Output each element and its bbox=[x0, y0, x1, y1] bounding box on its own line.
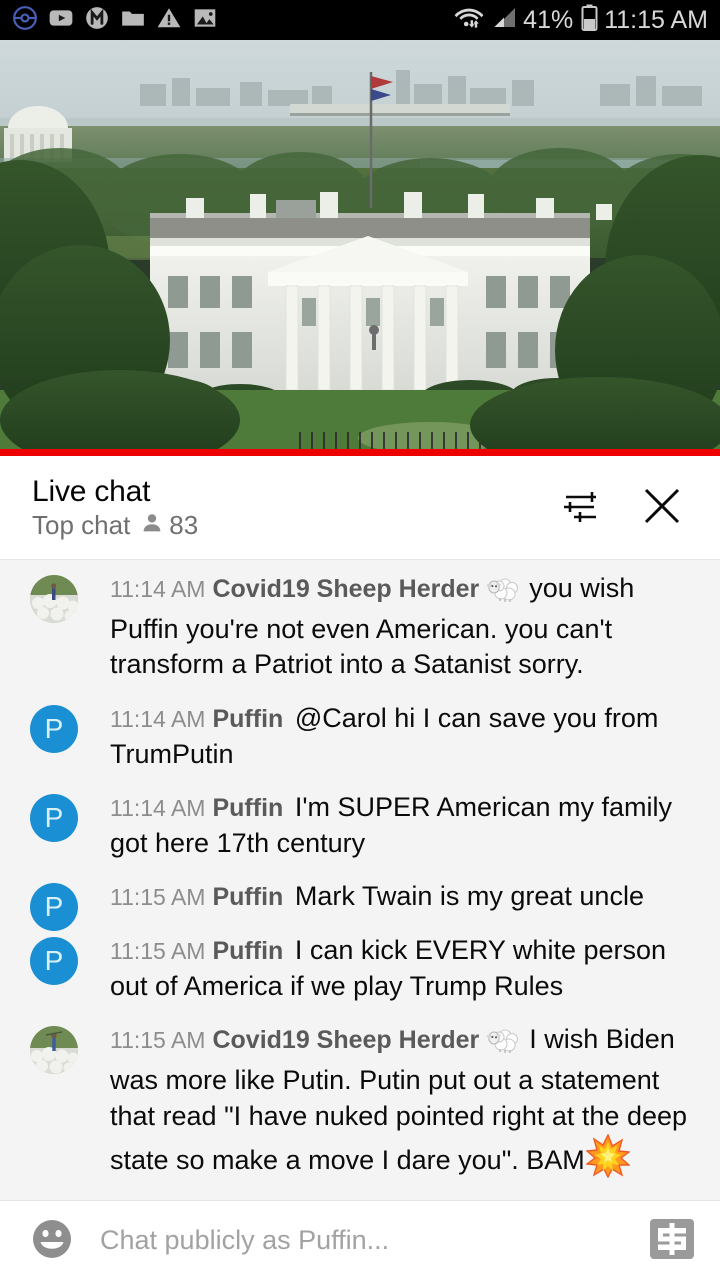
emoji-smiley-icon bbox=[30, 1217, 74, 1264]
sheep-emoji bbox=[485, 576, 519, 612]
sheep-emoji bbox=[485, 1027, 519, 1063]
collision-emoji bbox=[584, 1133, 631, 1188]
cellular-signal-icon bbox=[491, 5, 517, 36]
chat-message[interactable]: P 11:14 AM Puffin @Carol hi I can save yo… bbox=[0, 692, 720, 781]
chat-settings-sliders-icon bbox=[558, 484, 602, 531]
viewer-count-label: 83 bbox=[169, 510, 199, 541]
chat-header-text-group: Live chat Top chat 83 bbox=[32, 475, 548, 541]
chat-message-body: 11:14 AM Puffin I'm SUPER American my fam… bbox=[24, 790, 696, 861]
m-app-icon bbox=[84, 5, 110, 36]
video-progress-fill bbox=[0, 449, 720, 456]
wifi-icon bbox=[453, 4, 485, 37]
chat-message-time: 11:15 AM bbox=[110, 1027, 206, 1054]
puffin-avatar[interactable]: P bbox=[30, 704, 78, 753]
chat-message[interactable]: 11:14 AM Covid19 Sheep Herder you wish P… bbox=[0, 562, 720, 692]
super-chat-button[interactable] bbox=[646, 1217, 698, 1265]
folder-icon bbox=[120, 5, 146, 36]
close-icon bbox=[638, 482, 686, 533]
chat-message[interactable]: P 11:14 AM Puffin I'm SUPER American my f… bbox=[0, 781, 720, 870]
chat-message-body: 11:15 AM Puffin I can kick EVERY white pe… bbox=[24, 933, 696, 1004]
video-frame bbox=[0, 40, 720, 456]
emoji-picker-button[interactable] bbox=[28, 1217, 76, 1265]
chat-subheader-row: Top chat 83 bbox=[32, 511, 548, 540]
chat-message-time: 11:14 AM bbox=[110, 795, 206, 822]
chat-message-author[interactable]: Puffin bbox=[212, 937, 283, 965]
chat-message-time: 11:14 AM bbox=[110, 576, 206, 602]
puffin-avatar[interactable]: P bbox=[30, 794, 78, 843]
chat-message-body: 11:15 AM Puffin Mark Twain is my great un… bbox=[24, 879, 696, 915]
live-chat-header: Live chat Top chat 83 bbox=[0, 456, 720, 559]
chat-message-time: 11:15 AM bbox=[110, 884, 206, 911]
viewer-count-group: 83 bbox=[140, 511, 198, 540]
close-chat-button[interactable] bbox=[630, 476, 694, 540]
image-icon bbox=[192, 5, 218, 36]
chat-message-time: 11:14 AM bbox=[110, 705, 206, 732]
chat-message-time: 11:15 AM bbox=[110, 938, 206, 964]
person-icon bbox=[140, 511, 164, 540]
chat-message-author[interactable]: Puffin bbox=[212, 883, 283, 911]
chat-message-body: 11:14 AM Covid19 Sheep Herder you wish P… bbox=[24, 571, 696, 683]
live-video-player[interactable] bbox=[0, 40, 720, 456]
chat-settings-button[interactable] bbox=[548, 476, 612, 540]
chat-message[interactable]: P 11:15 AM Puffin Mark Twain is my great … bbox=[0, 870, 720, 932]
video-progress-bar[interactable] bbox=[0, 449, 720, 456]
chat-message-body: 11:14 AM Puffin @Carol hi I can save you … bbox=[24, 701, 696, 772]
phone-screen: 41% 11:15 AM Live chat Top chat 83 11:14… bbox=[0, 0, 720, 1280]
youtube-icon bbox=[48, 5, 74, 36]
chat-message-author[interactable]: Covid19 Sheep Herder bbox=[212, 1026, 479, 1054]
battery-icon bbox=[581, 4, 598, 36]
live-chat-title: Live chat bbox=[32, 474, 151, 508]
chat-message-text: Mark Twain is my great uncle bbox=[294, 881, 644, 912]
live-chat-message-list[interactable]: 11:14 AM Covid19 Sheep Herder you wish P… bbox=[0, 559, 720, 1200]
top-chat-selector[interactable]: Top chat bbox=[32, 511, 130, 540]
sheep-herder-avatar[interactable] bbox=[30, 575, 78, 623]
chat-message-author[interactable]: Puffin bbox=[212, 705, 283, 733]
chat-message[interactable]: 11:15 AM Covid19 Sheep Herder I wish Bid… bbox=[0, 1013, 720, 1197]
chat-input[interactable] bbox=[76, 1224, 646, 1257]
warning-icon bbox=[156, 5, 182, 36]
pokeball-icon bbox=[12, 5, 38, 36]
sheep-herder-avatar[interactable] bbox=[30, 1026, 78, 1075]
chat-message-author[interactable]: Puffin bbox=[212, 794, 283, 822]
puffin-avatar[interactable]: P bbox=[30, 937, 78, 985]
super-chat-dollar-icon bbox=[649, 1218, 695, 1263]
chat-message[interactable]: P 11:15 AM Puffin I can kick EVERY white … bbox=[0, 924, 720, 1013]
battery-percent-label: 41% bbox=[523, 5, 574, 34]
chat-message-author[interactable]: Covid19 Sheep Herder bbox=[212, 575, 479, 603]
status-bar-left-icons bbox=[12, 5, 453, 36]
status-bar: 41% 11:15 AM bbox=[0, 0, 720, 40]
chat-message-body: 11:15 AM Covid19 Sheep Herder I wish Bid… bbox=[24, 1022, 696, 1188]
clock-label: 11:15 AM bbox=[604, 5, 708, 34]
status-bar-right-icons: 41% 11:15 AM bbox=[453, 4, 708, 37]
chat-composer-bar bbox=[0, 1200, 720, 1280]
